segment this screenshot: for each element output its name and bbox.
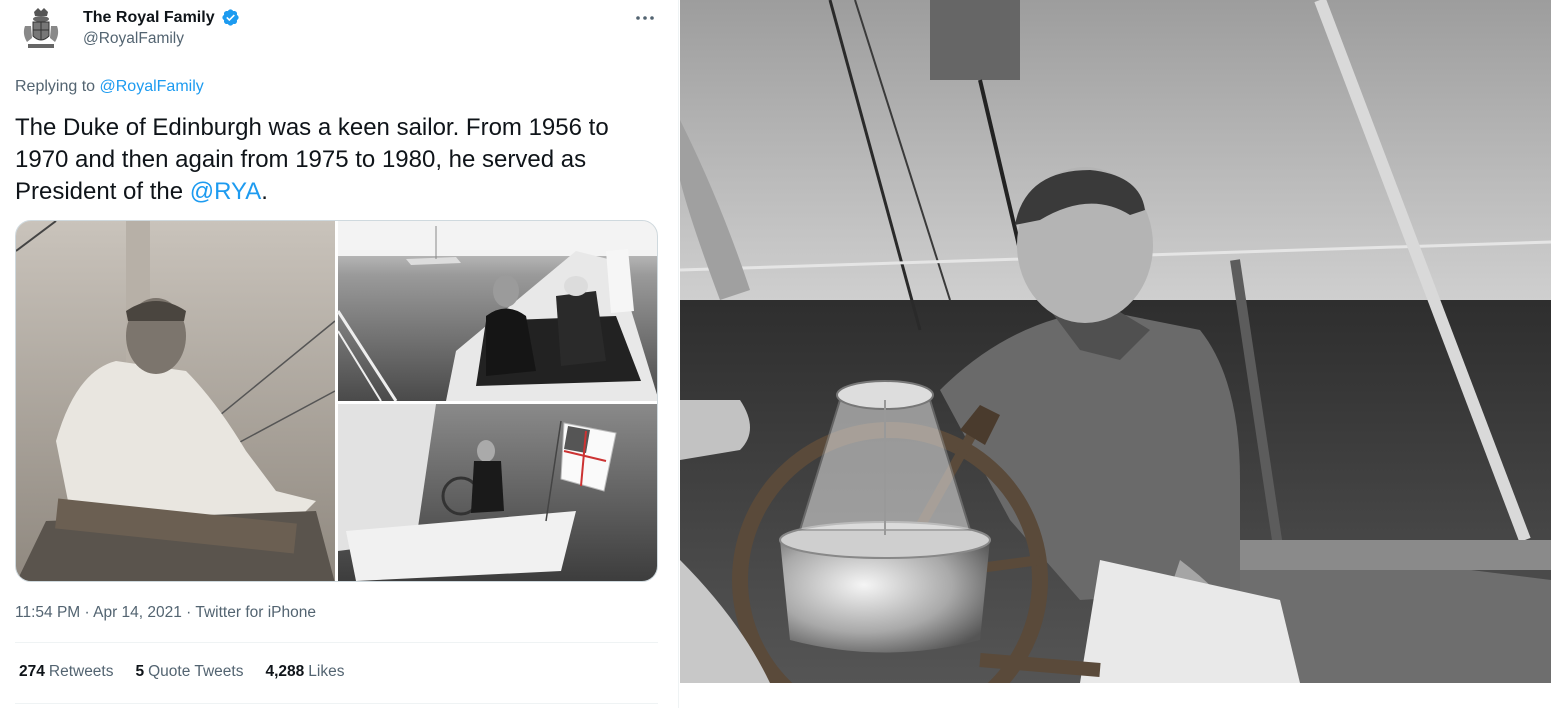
media-photo-1[interactable] <box>16 221 336 582</box>
tweet-text: The Duke of Edinburgh was a keen sailor.… <box>15 112 660 208</box>
retweets-count: 274 <box>19 663 45 680</box>
retweets-label: Retweets <box>48 663 114 680</box>
divider <box>15 642 658 643</box>
likes-stat[interactable]: 4,288 Likes <box>265 663 344 681</box>
quote-tweets-stat[interactable]: 5 Quote Tweets <box>136 663 244 681</box>
sailing-photo <box>680 0 1551 683</box>
quote-tweets-count: 5 <box>135 663 145 680</box>
media-photo-3[interactable] <box>338 404 658 582</box>
tweet-stats: 274 Retweets 5 Quote Tweets 4,288 Likes <box>19 663 344 681</box>
mention-link[interactable]: @RYA <box>190 178 262 205</box>
tweet-card: The Royal Family @RoyalFamily Replying t… <box>0 0 678 708</box>
replying-to-link[interactable]: @RoyalFamily <box>100 78 204 95</box>
tweet-text-end: . <box>261 178 268 205</box>
tweet-text-body: The Duke of Edinburgh was a keen sailor.… <box>15 114 609 205</box>
divider <box>15 703 658 704</box>
tweet-header: The Royal Family @RoyalFamily <box>16 4 661 54</box>
more-options-icon[interactable] <box>633 6 657 30</box>
tweet-timestamp[interactable]: 11:54 PM · Apr 14, 2021 · Twitter for iP… <box>15 604 316 622</box>
retweets-stat[interactable]: 274 Retweets <box>19 663 114 681</box>
replying-to: Replying to @RoyalFamily <box>15 78 204 96</box>
verified-badge-icon <box>222 9 239 26</box>
media-photo-2[interactable] <box>336 221 658 402</box>
coat-of-arms-icon <box>16 4 66 54</box>
quote-tweets-label: Quote Tweets <box>148 663 244 680</box>
display-name[interactable]: The Royal Family <box>83 9 215 27</box>
panel-divider <box>678 0 679 708</box>
replying-prefix: Replying to <box>15 78 100 95</box>
avatar[interactable] <box>16 4 66 54</box>
likes-count: 4,288 <box>265 663 305 680</box>
user-handle[interactable]: @RoyalFamily <box>83 30 240 48</box>
likes-label: Likes <box>308 663 345 680</box>
user-name-block[interactable]: The Royal Family @RoyalFamily <box>83 8 240 48</box>
media-grid <box>15 220 658 582</box>
